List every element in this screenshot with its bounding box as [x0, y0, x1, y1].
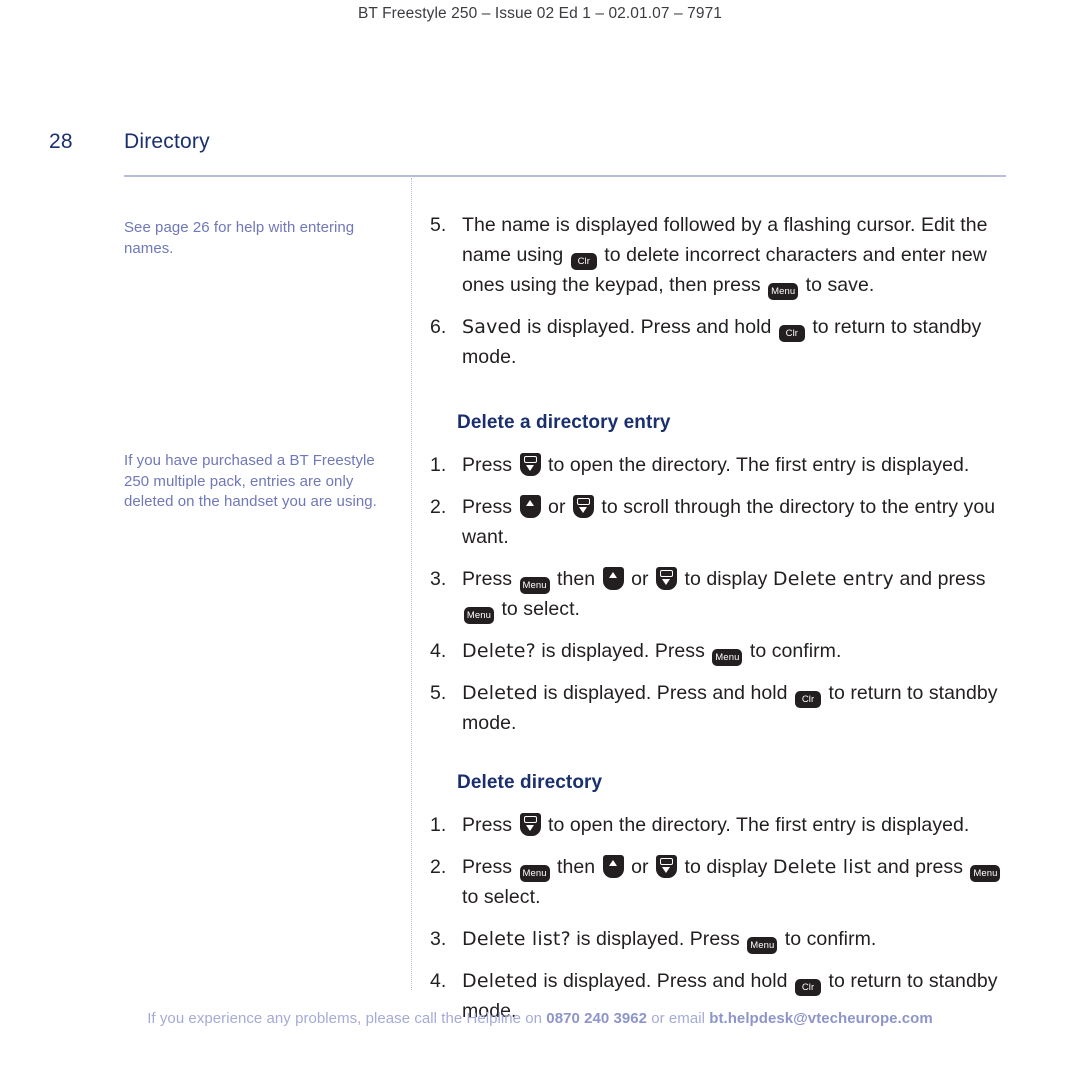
lcd-display-text: Saved: [462, 316, 522, 338]
nav-key-screen-glyph: [660, 570, 674, 577]
main-content: 5. The name is displayed followed by a fl…: [430, 210, 1020, 1038]
header-divider: [124, 175, 1006, 177]
nav-key-screen-glyph: [523, 816, 537, 823]
lcd-display-text: Delete?: [462, 640, 536, 662]
down-nav-key-icon: [519, 813, 541, 836]
nav-key-screen-glyph: [660, 858, 674, 865]
page-title: Directory: [124, 130, 210, 153]
margin-note-1: See page 26 for help with entering names…: [124, 219, 355, 257]
page-title-row: 28 Directory: [0, 130, 1080, 162]
instruction-step: 5. Deleted is displayed. Press and hold C…: [430, 678, 1020, 738]
nav-key-down-triangle: [662, 867, 671, 873]
footer-mid: or email: [647, 1010, 710, 1027]
menu-key-icon: Menu: [519, 577, 550, 594]
page-footer: If you experience any problems, please c…: [0, 1010, 1080, 1027]
menu-key-icon: Menu: [712, 649, 743, 666]
section-heading: Delete directory: [457, 772, 603, 793]
footer-lead: If you experience any problems, please c…: [147, 1010, 547, 1027]
clr-key-icon: Clr: [795, 691, 822, 708]
lcd-display-text: Delete entry: [772, 568, 894, 590]
footer-email: bt.helpdesk@vtecheurope.com: [709, 1010, 933, 1027]
nav-key-up-triangle: [609, 860, 618, 866]
clr-key-icon: Clr: [795, 979, 822, 996]
running-header: BT Freestyle 250 – Issue 02 Ed 1 – 02.01…: [357, 5, 723, 22]
instruction-step: 2. Press Menu then or to display Delete l…: [430, 852, 1020, 912]
step-number: 4.: [430, 970, 447, 992]
menu-key-icon: Menu: [519, 865, 550, 882]
instruction-step: 1. Press to open the directory. The first…: [430, 810, 1020, 840]
column-divider: [411, 178, 412, 990]
step-number: 3.: [430, 928, 447, 950]
nav-key-down-triangle: [578, 507, 587, 513]
nav-key-up-triangle: [609, 572, 618, 578]
step-number: 1.: [430, 814, 447, 836]
margin-note-2: If you have purchased a BT Freestyle 250…: [124, 452, 377, 510]
menu-key-icon: Menu: [747, 937, 778, 954]
instruction-step: 5. The name is displayed followed by a fl…: [430, 210, 1020, 300]
down-nav-key-icon: [656, 855, 678, 878]
instruction-step: 1. Press to open the directory. The first…: [430, 450, 1020, 480]
lcd-display-text: Deleted: [462, 970, 538, 992]
step-number: 4.: [430, 640, 447, 662]
instruction-step: 6. Saved is displayed. Press and hold Clr…: [430, 312, 1020, 372]
nav-key-screen-glyph: [576, 498, 590, 505]
down-nav-key-icon: [519, 453, 541, 476]
instruction-step: 2. Press or to scroll through the directo…: [430, 492, 1020, 552]
menu-key-icon: Menu: [768, 283, 799, 300]
clr-key-icon: Clr: [778, 325, 805, 342]
lcd-display-text: Delete list?: [462, 928, 571, 950]
nav-key-up-triangle: [526, 500, 535, 506]
margin-notes: See page 26 for help with entering names…: [124, 218, 399, 513]
menu-key-icon: Menu: [464, 607, 494, 624]
up-nav-key-icon: [519, 495, 541, 518]
lcd-display-text: Deleted: [462, 682, 538, 704]
page-number: 28: [49, 130, 73, 153]
down-nav-key-icon: [656, 567, 678, 590]
step-number: 2.: [430, 496, 447, 518]
down-nav-key-icon: [572, 495, 594, 518]
procedure-sections: Delete a directory entry 1. Press to open …: [430, 412, 1020, 1026]
step-number: 3.: [430, 568, 447, 590]
clr-key-icon: Clr: [570, 253, 597, 270]
step-number: 1.: [430, 454, 447, 476]
menu-key-icon: Menu: [970, 865, 1001, 882]
step-number: 6.: [430, 316, 447, 338]
nav-key-down-triangle: [662, 579, 671, 585]
step-number: 2.: [430, 856, 447, 878]
instruction-step: 3. Delete list? is displayed. Press Menu …: [430, 924, 1020, 954]
continued-steps-list: 5. The name is displayed followed by a fl…: [430, 210, 1020, 372]
nav-key-down-triangle: [525, 465, 534, 471]
instruction-step: 4. Delete? is displayed. Press Menu to co…: [430, 636, 1020, 666]
step-number: 5.: [430, 682, 447, 704]
lcd-display-text: Delete list: [772, 856, 872, 878]
instruction-step: 3. Press Menu then or to display Delete e…: [430, 564, 1020, 624]
section-heading: Delete a directory entry: [457, 412, 671, 433]
up-nav-key-icon: [602, 855, 624, 878]
footer-phone: 0870 240 3962: [546, 1010, 648, 1027]
nav-key-down-triangle: [525, 825, 534, 831]
step-number: 5.: [430, 214, 447, 236]
nav-key-screen-glyph: [523, 456, 537, 463]
up-nav-key-icon: [602, 567, 624, 590]
